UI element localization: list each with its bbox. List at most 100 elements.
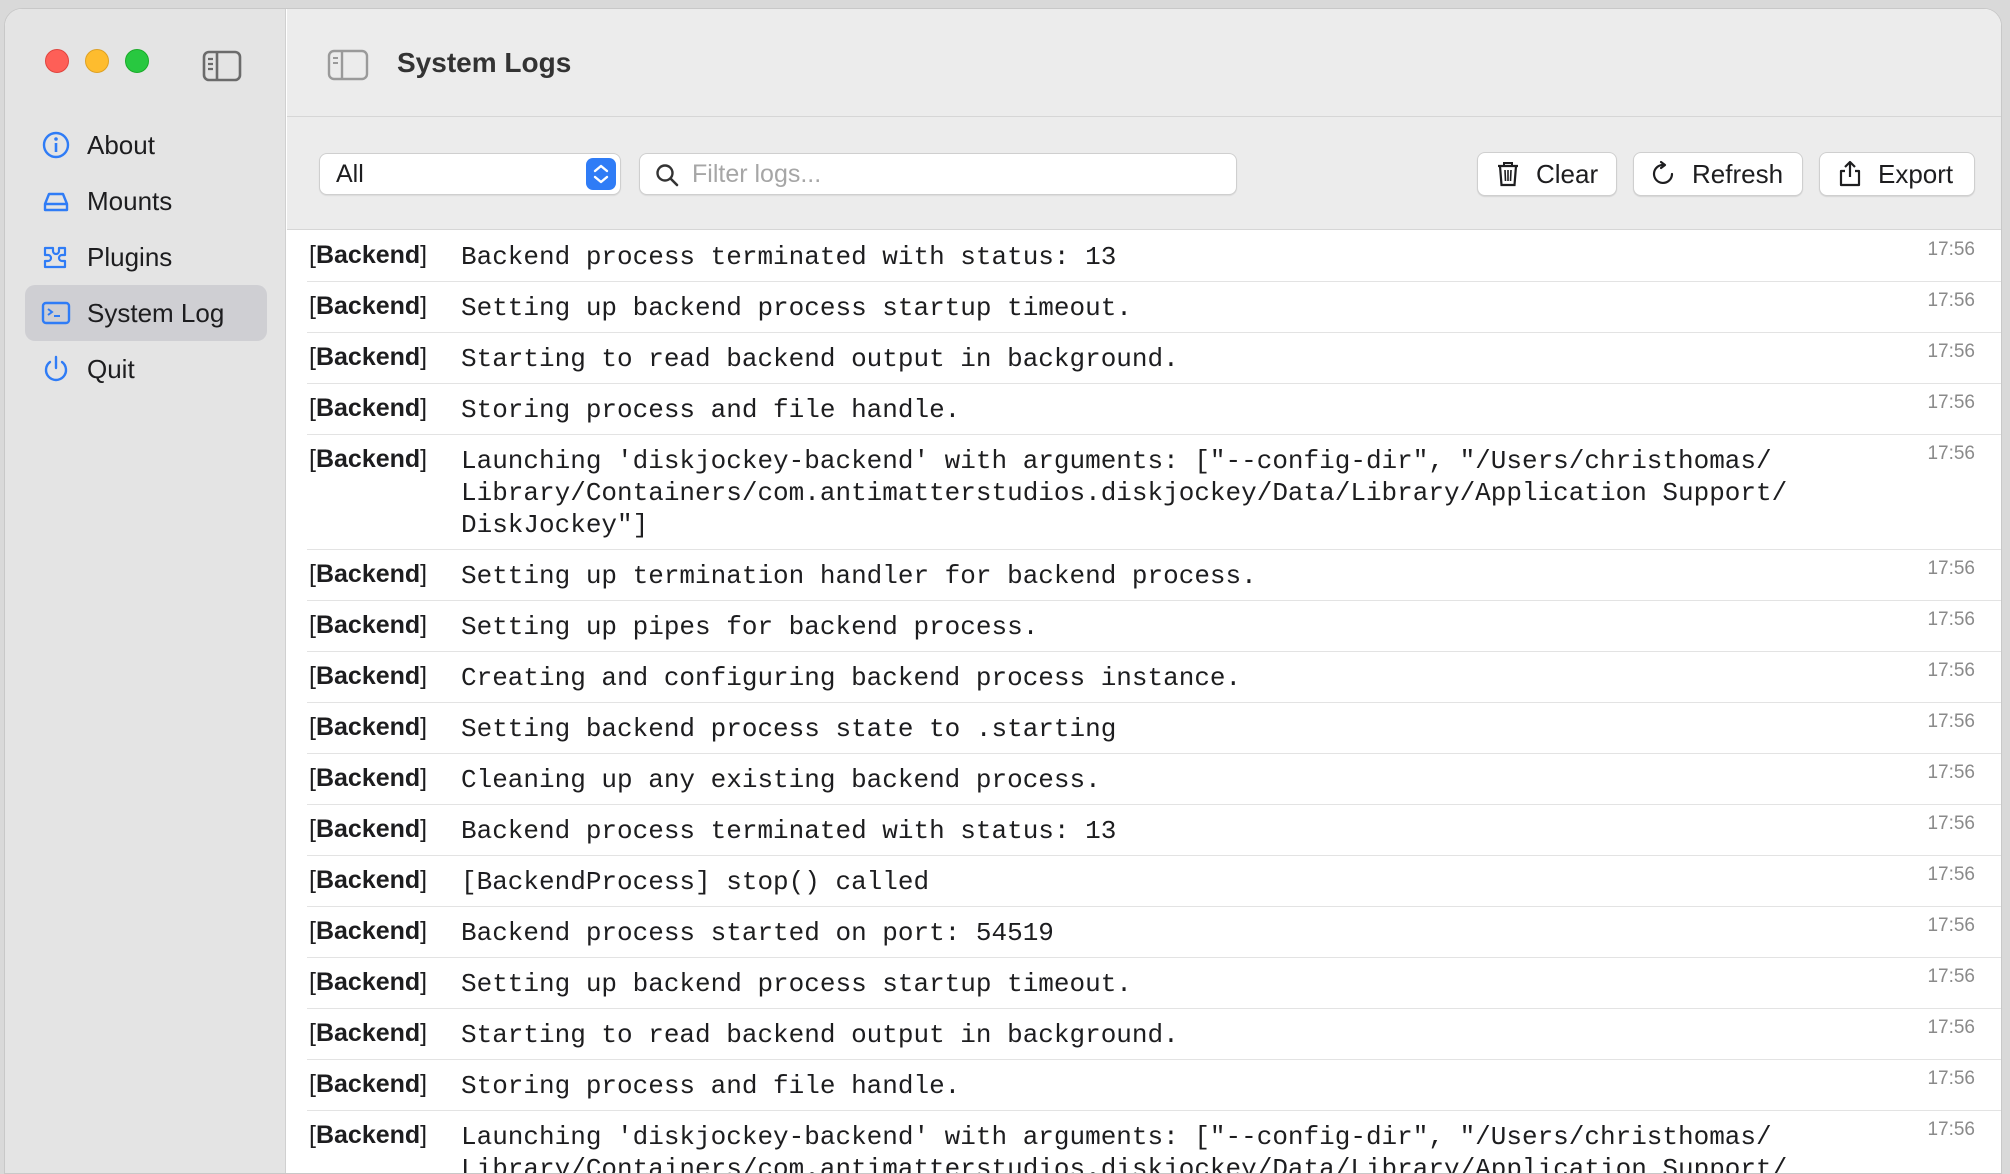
search-icon xyxy=(654,162,680,188)
log-message: Setting up backend process startup timeo… xyxy=(461,293,1132,323)
toolbar: All Clear Refr xyxy=(287,117,2001,230)
log-row: [Backend] Setting backend process state t… xyxy=(307,703,2001,754)
log-source-name: Backend xyxy=(315,713,421,741)
minimize-window-button[interactable] xyxy=(85,49,109,73)
log-timestamp: 17:56 xyxy=(1927,1017,1975,1038)
log-source: [Backend] xyxy=(309,611,428,639)
log-source-name: Backend xyxy=(315,866,421,894)
log-source-name: Backend xyxy=(315,343,421,371)
log-message: Backend process terminated with status: … xyxy=(461,242,1117,272)
log-message: Backend process started on port: 54519 xyxy=(461,918,1054,948)
log-source-name: Backend xyxy=(315,764,421,792)
refresh-button[interactable]: Refresh xyxy=(1633,152,1803,196)
log-source-name: Backend xyxy=(315,968,421,996)
sidebar-item-mounts[interactable]: Mounts xyxy=(25,173,267,229)
log-message: Storing process and file handle. xyxy=(461,1071,961,1101)
log-message: Starting to read backend output in backg… xyxy=(461,1020,1179,1050)
close-window-button[interactable] xyxy=(45,49,69,73)
sidebar-item-label: About xyxy=(87,129,155,160)
log-source-name: Backend xyxy=(315,445,421,473)
log-source: [Backend] xyxy=(309,662,428,690)
log-source: [Backend] xyxy=(309,1019,428,1047)
log-source: [Backend] xyxy=(309,917,428,945)
log-row: [Backend] Creating and configuring backen… xyxy=(307,652,2001,703)
log-message: Cleaning up any existing backend process… xyxy=(461,765,1101,795)
log-timestamp: 17:56 xyxy=(1927,609,1975,630)
refresh-icon xyxy=(1650,160,1678,188)
export-button[interactable]: Export xyxy=(1819,152,1975,196)
log-source: [Backend] xyxy=(309,866,428,894)
log-level-select[interactable]: All xyxy=(319,153,621,195)
log-timestamp: 17:56 xyxy=(1927,660,1975,681)
terminal-icon xyxy=(41,298,71,328)
log-timestamp: 17:56 xyxy=(1927,915,1975,936)
log-row: [Backend] Starting to read backend output… xyxy=(307,333,2001,384)
log-source: [Backend] xyxy=(309,445,428,473)
log-source: [Backend] xyxy=(309,343,428,371)
chevron-up-down-icon xyxy=(586,158,616,190)
title-bar: System Logs xyxy=(287,9,2001,117)
log-message: Backend process terminated with status: … xyxy=(461,816,1117,846)
log-row: [Backend] Setting up backend process star… xyxy=(307,282,2001,333)
app-window: About Mounts Plugins System Log Quit Sys… xyxy=(4,8,2002,1174)
log-source-name: Backend xyxy=(315,662,421,690)
sidebar: About Mounts Plugins System Log Quit xyxy=(5,9,286,1173)
log-timestamp: 17:56 xyxy=(1927,864,1975,885)
clear-button[interactable]: Clear xyxy=(1477,152,1617,196)
log-row: [Backend] Backend process terminated with… xyxy=(307,231,2001,282)
log-source: [Backend] xyxy=(309,1121,428,1149)
log-list[interactable]: [Backend] Backend process terminated with… xyxy=(307,231,2001,1173)
log-source: [Backend] xyxy=(309,815,428,843)
log-message: [BackendProcess] stop() called xyxy=(461,867,930,897)
log-source: [Backend] xyxy=(309,968,428,996)
sidebar-item-system-log[interactable]: System Log xyxy=(25,285,267,341)
log-source: [Backend] xyxy=(309,713,428,741)
log-source: [Backend] xyxy=(309,394,428,422)
log-timestamp: 17:56 xyxy=(1927,1119,1975,1140)
trash-icon xyxy=(1494,160,1522,188)
info-circle-icon xyxy=(41,130,71,160)
search-field[interactable] xyxy=(639,153,1237,195)
log-source-name: Backend xyxy=(315,241,421,269)
log-row: [Backend] Setting up backend process star… xyxy=(307,958,2001,1009)
log-timestamp: 17:56 xyxy=(1927,966,1975,987)
log-source: [Backend] xyxy=(309,292,428,320)
export-button-label: Export xyxy=(1878,158,1954,189)
log-source-name: Backend xyxy=(315,1019,421,1047)
page-title: System Logs xyxy=(397,47,572,78)
log-source-name: Backend xyxy=(315,611,421,639)
log-source-name: Backend xyxy=(315,560,421,588)
refresh-button-label: Refresh xyxy=(1692,158,1784,189)
log-timestamp: 17:56 xyxy=(1927,558,1975,579)
log-source-name: Backend xyxy=(315,1070,421,1098)
log-source: [Backend] xyxy=(309,241,428,269)
log-level-value: All xyxy=(336,160,364,188)
sidebar-item-plugins[interactable]: Plugins xyxy=(25,229,267,285)
log-row: [Backend] [BackendProcess] stop() called 1… xyxy=(307,856,2001,907)
sidebar-item-label: System Log xyxy=(87,297,225,328)
sidebar-toggle-icon[interactable] xyxy=(327,49,369,81)
zoom-window-button[interactable] xyxy=(125,49,149,73)
log-message: Launching 'diskjockey-backend' with argu… xyxy=(461,446,1788,540)
log-row: [Backend] Setting up termination handler … xyxy=(307,550,2001,601)
log-source-name: Backend xyxy=(315,292,421,320)
log-row: [Backend] Launching 'diskjockey-backend' … xyxy=(307,1111,2001,1173)
sidebar-toggle-icon[interactable] xyxy=(202,50,242,82)
log-row: [Backend] Setting up pipes for backend pr… xyxy=(307,601,2001,652)
log-timestamp: 17:56 xyxy=(1927,813,1975,834)
search-input[interactable] xyxy=(692,154,1222,194)
log-source: [Backend] xyxy=(309,560,428,588)
sidebar-item-label: Plugins xyxy=(87,241,173,272)
log-row: [Backend] Storing process and file handle… xyxy=(307,384,2001,435)
log-timestamp: 17:56 xyxy=(1927,290,1975,311)
log-row: [Backend] Launching 'diskjockey-backend' … xyxy=(307,435,2001,550)
log-row: [Backend] Backend process started on port… xyxy=(307,907,2001,958)
sidebar-item-quit[interactable]: Quit xyxy=(25,341,267,397)
sidebar-item-label: Mounts xyxy=(87,185,173,216)
log-message: Setting up termination handler for backe… xyxy=(461,561,1257,591)
log-row: [Backend] Backend process terminated with… xyxy=(307,805,2001,856)
sidebar-item-label: Quit xyxy=(87,353,135,384)
sidebar-item-about[interactable]: About xyxy=(25,117,267,173)
log-timestamp: 17:56 xyxy=(1927,443,1975,464)
log-source-name: Backend xyxy=(315,1121,421,1149)
